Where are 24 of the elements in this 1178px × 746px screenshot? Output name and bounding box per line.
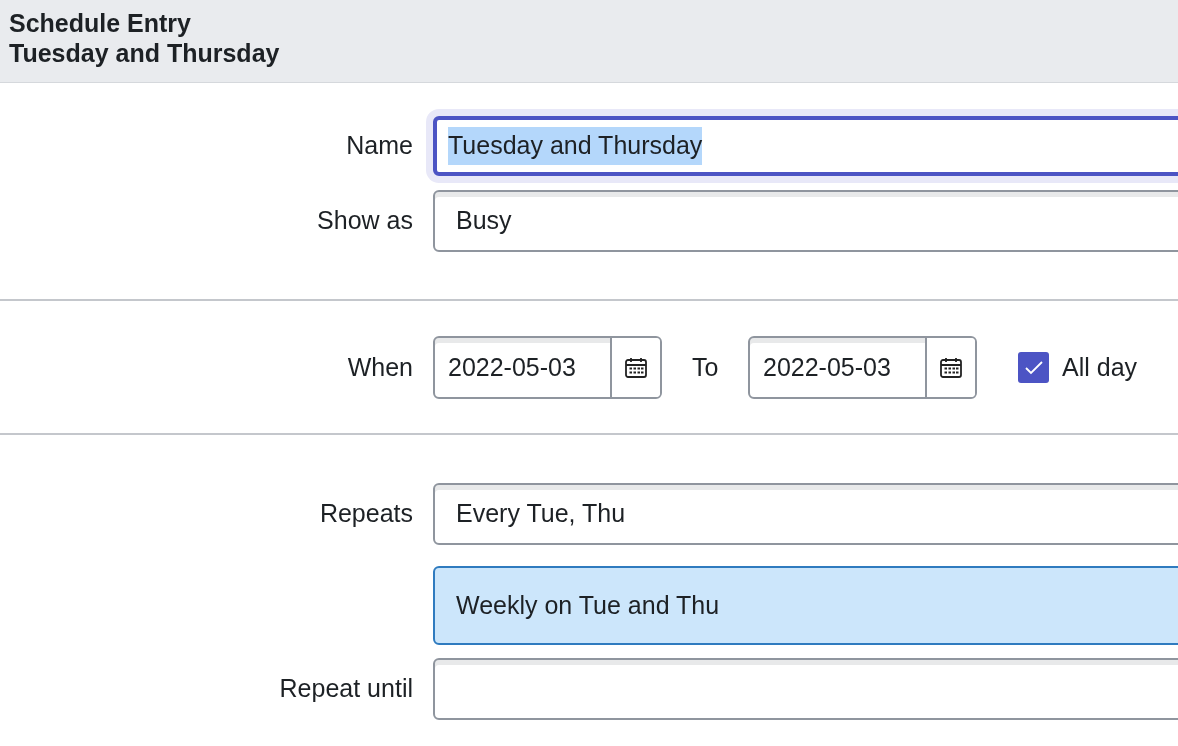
calendar-button[interactable]	[610, 338, 660, 397]
name-value: Tuesday and Thursday	[448, 127, 703, 165]
header-subtitle: Tuesday and Thursday	[9, 38, 281, 68]
header-title: Schedule Entry	[9, 8, 192, 38]
calendar-icon	[624, 356, 648, 379]
date-value: 2022-05-03	[762, 351, 892, 383]
checkmark-icon	[1024, 360, 1043, 375]
show-as-select[interactable]: Busy	[433, 190, 1178, 252]
all-day-checkbox[interactable]	[1018, 352, 1049, 383]
field-label: Name	[346, 130, 413, 162]
date-field[interactable]: 2022-05-03	[433, 336, 662, 399]
repeat-summary: Weekly on Tue and Thu	[433, 566, 1178, 645]
repeat-until-field[interactable]	[433, 658, 1178, 720]
repeats-select[interactable]: Every Tue, Thu	[433, 483, 1178, 545]
field-label: Repeat until	[279, 673, 413, 705]
to-label: To	[692, 351, 720, 383]
date-value: 2022-05-03	[447, 351, 577, 383]
all-day-label: All day	[1062, 351, 1138, 383]
calendar-icon	[939, 356, 963, 379]
field-label: When	[347, 351, 413, 383]
date-field[interactable]: 2022-05-03	[748, 336, 977, 399]
field-label: Repeats	[319, 498, 413, 530]
field-label: Show as	[317, 205, 413, 237]
calendar-button[interactable]	[925, 338, 975, 397]
